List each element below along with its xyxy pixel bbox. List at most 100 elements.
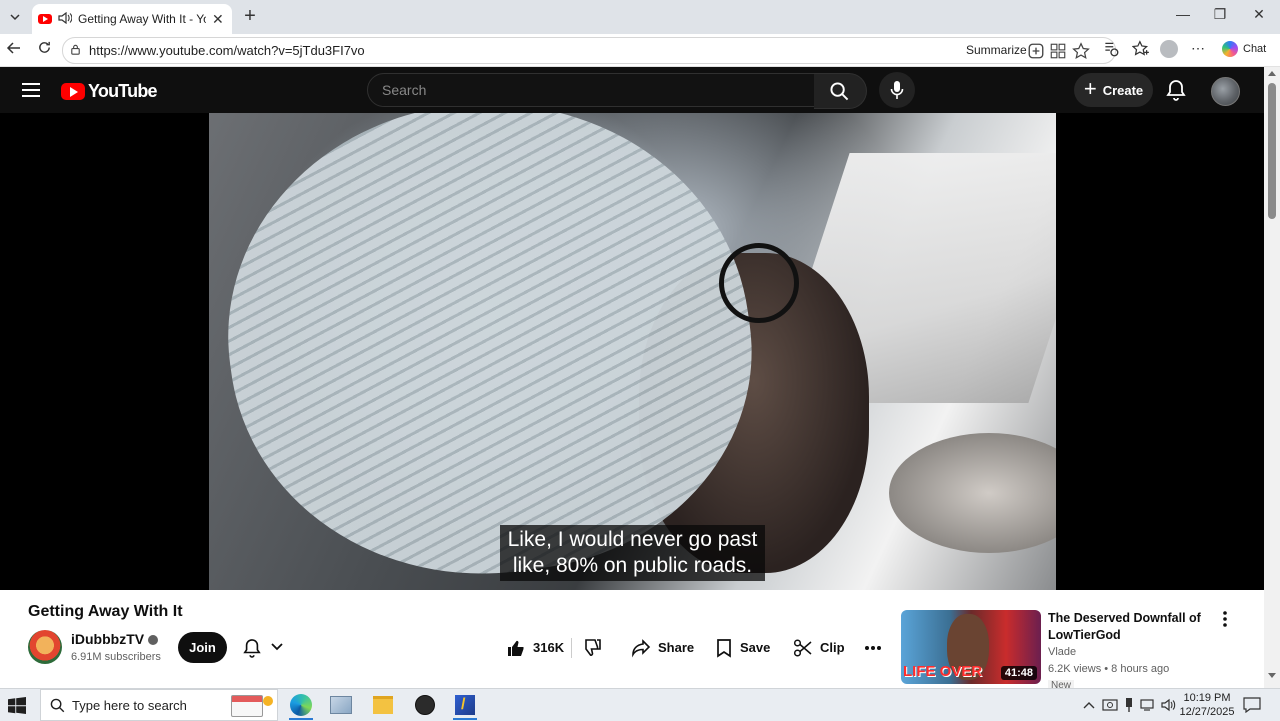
scroll-up-arrow-icon[interactable] xyxy=(1268,71,1276,76)
scroll-down-arrow-icon[interactable] xyxy=(1268,673,1276,678)
chevron-down-icon[interactable] xyxy=(271,642,283,652)
page-scrollbar[interactable] xyxy=(1264,67,1280,688)
subscriber-count: 6.91M subscribers xyxy=(71,651,161,663)
more-vertical-icon[interactable] xyxy=(1222,611,1228,627)
browser-tab-active[interactable]: Getting Away With It - YouTube ✕ xyxy=(32,4,232,34)
taskbar-photos-app[interactable] xyxy=(323,692,359,718)
recommended-video-channel[interactable]: Vlade xyxy=(1048,646,1076,658)
taskbar-obs-app[interactable] xyxy=(407,692,443,718)
share-button[interactable]: Share xyxy=(631,632,694,663)
chevron-up-icon[interactable] xyxy=(1083,700,1095,710)
maximize-button[interactable]: ❐ xyxy=(1207,6,1233,26)
save-label: Save xyxy=(740,640,771,655)
clock-date: 12/27/2025 xyxy=(1179,706,1235,718)
copilot-icon xyxy=(1222,41,1238,57)
notifications-bell-icon[interactable] xyxy=(1166,79,1186,101)
youtube-page: YouTube Search + Create Like, I would ne xyxy=(0,67,1280,688)
plus-icon: + xyxy=(1083,76,1097,101)
tab-actions-menu-button[interactable] xyxy=(4,6,26,28)
taskbar-file-explorer-app[interactable] xyxy=(365,692,401,718)
sun-icon xyxy=(263,696,273,706)
youtube-masthead: YouTube Search + Create xyxy=(0,67,1264,113)
calendar-highlight-icon xyxy=(231,695,263,717)
like-count: 316K xyxy=(533,640,565,655)
subscription-bell-icon[interactable] xyxy=(243,638,261,658)
chevron-down-icon xyxy=(10,14,20,21)
share-icon xyxy=(632,638,651,658)
media-control-icon[interactable] xyxy=(1102,40,1120,58)
copilot-summarize-icon[interactable] xyxy=(1027,42,1045,60)
window-close-button[interactable]: ✕ xyxy=(1246,6,1272,26)
settings-more-icon[interactable]: ⋯ xyxy=(1191,40,1209,58)
thumbs-up-icon xyxy=(508,640,524,656)
taskbar-edge-app[interactable] xyxy=(283,692,319,720)
youtube-logo[interactable]: YouTube xyxy=(61,81,158,102)
favorites-icon[interactable] xyxy=(1132,40,1150,58)
volume-icon[interactable] xyxy=(1161,698,1177,712)
obs-icon xyxy=(415,695,435,715)
channel-name-text: iDubbbzTV xyxy=(71,631,145,647)
notification-center-icon[interactable] xyxy=(1243,697,1261,713)
chat-label: Chat xyxy=(1243,43,1267,55)
caption-line-1: Like, I would never go past xyxy=(507,528,758,551)
summarize-button[interactable]: Summarize xyxy=(966,43,1027,57)
scrollbar-thumb[interactable] xyxy=(1268,83,1276,219)
video-frame[interactable]: Like, I would never go past like, 80% on… xyxy=(209,113,1056,590)
tab-close-icon[interactable]: ✕ xyxy=(212,11,224,28)
taskbar-search-box[interactable]: Type here to search xyxy=(40,689,278,721)
dislike-button[interactable] xyxy=(582,632,609,663)
clip-button[interactable]: Clip xyxy=(793,632,845,663)
edge-icon xyxy=(290,694,312,716)
share-label: Share xyxy=(658,640,695,655)
search-placeholder: Search xyxy=(382,82,427,98)
create-button[interactable]: + Create xyxy=(1074,73,1153,107)
usb-device-icon[interactable] xyxy=(1124,697,1134,713)
bookmark-icon xyxy=(717,638,731,658)
channel-avatar[interactable] xyxy=(28,630,62,664)
search-icon xyxy=(50,698,65,713)
refresh-button[interactable] xyxy=(34,40,54,60)
folder-icon xyxy=(373,696,393,714)
new-tab-button[interactable]: + xyxy=(240,6,260,26)
network-icon[interactable] xyxy=(1140,698,1156,712)
windows-start-icon[interactable] xyxy=(8,697,26,714)
like-button[interactable]: 316K xyxy=(506,632,564,663)
join-button[interactable]: Join xyxy=(178,632,227,663)
menu-hamburger-icon[interactable] xyxy=(22,83,40,97)
url-text: https://www.youtube.com/watch?v=5jTdu3FI… xyxy=(89,43,365,58)
video-scene-glasses xyxy=(719,243,799,323)
youtube-logo-text: YouTube xyxy=(88,81,158,101)
thumbnail-text: LIFE OVER xyxy=(903,663,983,680)
taskbar-app-active[interactable]: / xyxy=(447,692,483,720)
recommended-video-thumbnail[interactable]: LIFE OVER 41:48 xyxy=(901,610,1041,684)
site-info-icon[interactable] xyxy=(69,43,82,59)
favorite-star-icon[interactable] xyxy=(1072,42,1090,60)
like-dislike-divider xyxy=(571,638,572,658)
verified-badge-icon xyxy=(148,635,159,645)
app-lightning-icon: / xyxy=(455,695,475,715)
account-avatar[interactable] xyxy=(1211,77,1240,106)
address-bar[interactable]: https://www.youtube.com/watch?v=5jTdu3FI… xyxy=(62,37,1116,64)
youtube-search-button[interactable] xyxy=(814,73,867,109)
save-button[interactable]: Save xyxy=(715,632,770,663)
taskbar-clock[interactable]: 10:19 PM 12/27/2025 xyxy=(1178,691,1236,719)
tab-title: Getting Away With It - YouTube xyxy=(78,12,206,26)
youtube-search-input[interactable]: Search xyxy=(367,73,816,107)
search-icon xyxy=(830,82,849,101)
voice-search-button[interactable] xyxy=(879,72,915,108)
arrow-left-icon xyxy=(6,42,20,54)
video-player[interactable]: Like, I would never go past like, 80% on… xyxy=(0,113,1264,590)
channel-name[interactable]: iDubbbzTV xyxy=(71,631,159,647)
minimize-button[interactable]: — xyxy=(1170,6,1196,26)
more-horizontal-icon xyxy=(865,645,881,650)
back-button[interactable] xyxy=(4,40,24,60)
scissors-icon xyxy=(793,638,812,657)
recommended-video-title[interactable]: The Deserved Downfall of LowTierGod xyxy=(1048,610,1208,644)
browser-tab-bar: Getting Away With It - YouTube ✕ + — ❐ ✕ xyxy=(0,0,1280,34)
speaker-icon[interactable] xyxy=(58,11,73,27)
copilot-chat-button[interactable]: Chat xyxy=(1222,41,1266,57)
meet-now-icon[interactable] xyxy=(1102,698,1118,712)
app-available-icon[interactable] xyxy=(1049,42,1067,60)
profile-avatar-icon[interactable] xyxy=(1160,40,1178,58)
more-actions-button[interactable] xyxy=(864,632,889,663)
